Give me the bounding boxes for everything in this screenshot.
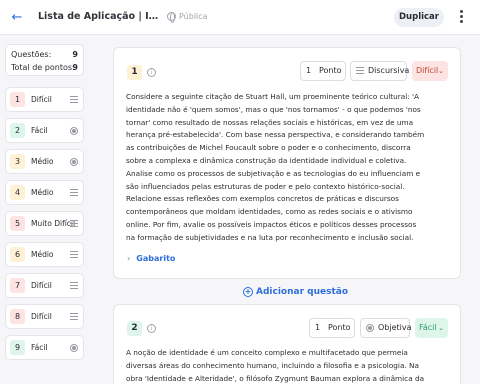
difficulty-select[interactable]: Fácil ⌄ (415, 318, 448, 338)
question-type-label: Discursiva (368, 66, 410, 75)
globe-icon (167, 12, 176, 23)
question-number: 1 (127, 65, 142, 80)
lines-icon (70, 313, 78, 321)
answer-key-toggle[interactable]: › Gabarito (127, 254, 175, 263)
total-points-value: 9 (72, 63, 78, 72)
question-type-label: Objetiva (378, 323, 412, 332)
question-type-select[interactable]: Objetiva (360, 318, 412, 338)
sidebar-question-item[interactable]: 2 Fácil (5, 118, 84, 143)
sidebar-question-number: 9 (10, 340, 25, 355)
chevron-down-icon: ⌄ (438, 324, 444, 332)
duplicate-button[interactable]: Duplicar (394, 8, 444, 27)
question-card-1: 1 i 1 Ponto Discursiva Difícil ⌄ Conside… (113, 47, 461, 279)
sidebar-question-difficulty: Muito Difícil (31, 219, 76, 228)
sidebar-question-difficulty: Difícil (31, 95, 52, 104)
question-card-2: 2 i 1 Ponto Objetiva Fácil ⌄ A noção de … (113, 304, 461, 384)
lines-icon (70, 251, 78, 259)
kebab-menu-icon[interactable] (457, 10, 465, 24)
sidebar-question-number: 1 (10, 92, 25, 107)
sidebar-question-difficulty: Médio (31, 250, 54, 259)
points-value: 1 (306, 66, 312, 75)
question-type-select[interactable]: Discursiva (350, 61, 410, 81)
sidebar-question-number: 3 (10, 154, 25, 169)
sidebar-question-item[interactable]: 1 Difícil (5, 87, 84, 112)
sidebar-question-number: 6 (10, 247, 25, 262)
lines-icon (356, 67, 364, 75)
sidebar-question-item[interactable]: 9 Fácil (5, 335, 84, 360)
radio-icon (70, 344, 78, 352)
difficulty-select[interactable]: Difícil ⌄ (412, 61, 448, 81)
sidebar-question-difficulty: Médio (31, 188, 54, 197)
chevron-right-icon: › (127, 254, 131, 263)
sidebar-question-difficulty: Médio (31, 157, 54, 166)
sidebar-question-number: 2 (10, 123, 25, 138)
points-field[interactable]: 1 Ponto (309, 318, 355, 338)
sidebar-question-item[interactable]: 6 Médio (5, 242, 84, 267)
points-unit: Ponto (319, 66, 342, 75)
difficulty-label: Difícil (416, 66, 439, 75)
lines-icon (70, 189, 78, 197)
sidebar-question-number: 4 (10, 185, 25, 200)
sidebar-question-difficulty: Fácil (31, 126, 48, 135)
questions-count-value: 9 (72, 50, 78, 59)
answer-key-label: Gabarito (136, 254, 176, 263)
visibility-label: Pública (179, 12, 208, 21)
points-value: 1 (315, 323, 321, 332)
add-question-button[interactable]: + Adicionar questão (243, 287, 348, 297)
sidebar-question-item[interactable]: 3 Médio (5, 149, 84, 174)
sidebar-question-number: 7 (10, 278, 25, 293)
radio-icon (70, 158, 78, 166)
chevron-down-icon: ⌄ (438, 67, 444, 75)
difficulty-label: Fácil (419, 323, 437, 332)
questions-count-label: Questões: (11, 50, 52, 59)
lines-icon (70, 96, 78, 104)
info-icon[interactable]: i (147, 324, 156, 333)
total-points-label: Total de pontos: (11, 63, 75, 72)
visibility-status: Pública (167, 12, 208, 23)
radio-icon (366, 324, 374, 332)
sidebar-question-item[interactable]: 5 Muito Difícil (5, 211, 84, 236)
lines-icon (70, 220, 78, 228)
sidebar-question-number: 8 (10, 309, 25, 324)
sidebar-question-difficulty: Difícil (31, 312, 52, 321)
question-text: A noção de identidade é um conceito comp… (126, 348, 425, 383)
sidebar-question-item[interactable]: 8 Difícil (5, 304, 84, 329)
sidebar-question-difficulty: Difícil (31, 281, 52, 290)
sidebar-question-item[interactable]: 7 Difícil (5, 273, 84, 298)
points-unit: Ponto (328, 323, 351, 332)
top-bar: ← Lista de Aplicação | Identid... Públic… (0, 0, 480, 35)
arrow-left-icon[interactable]: ← (9, 10, 25, 26)
lines-icon (70, 282, 78, 290)
sidebar-question-difficulty: Fácil (31, 343, 48, 352)
sidebar-question-number: 5 (10, 216, 25, 231)
summary-panel: Questões: 9 Total de pontos: 9 (5, 44, 84, 76)
sidebar-question-item[interactable]: 4 Médio (5, 180, 84, 205)
page-title: Lista de Aplicação | Identid... (38, 11, 160, 22)
add-question-label: Adicionar questão (256, 287, 349, 297)
question-number: 2 (127, 321, 142, 336)
plus-circle-icon: + (243, 287, 253, 297)
question-text: Considere a seguinte citação de Stuart H… (126, 92, 425, 242)
radio-icon (70, 127, 78, 135)
info-icon[interactable]: i (147, 68, 156, 77)
points-field[interactable]: 1 Ponto (300, 61, 346, 81)
